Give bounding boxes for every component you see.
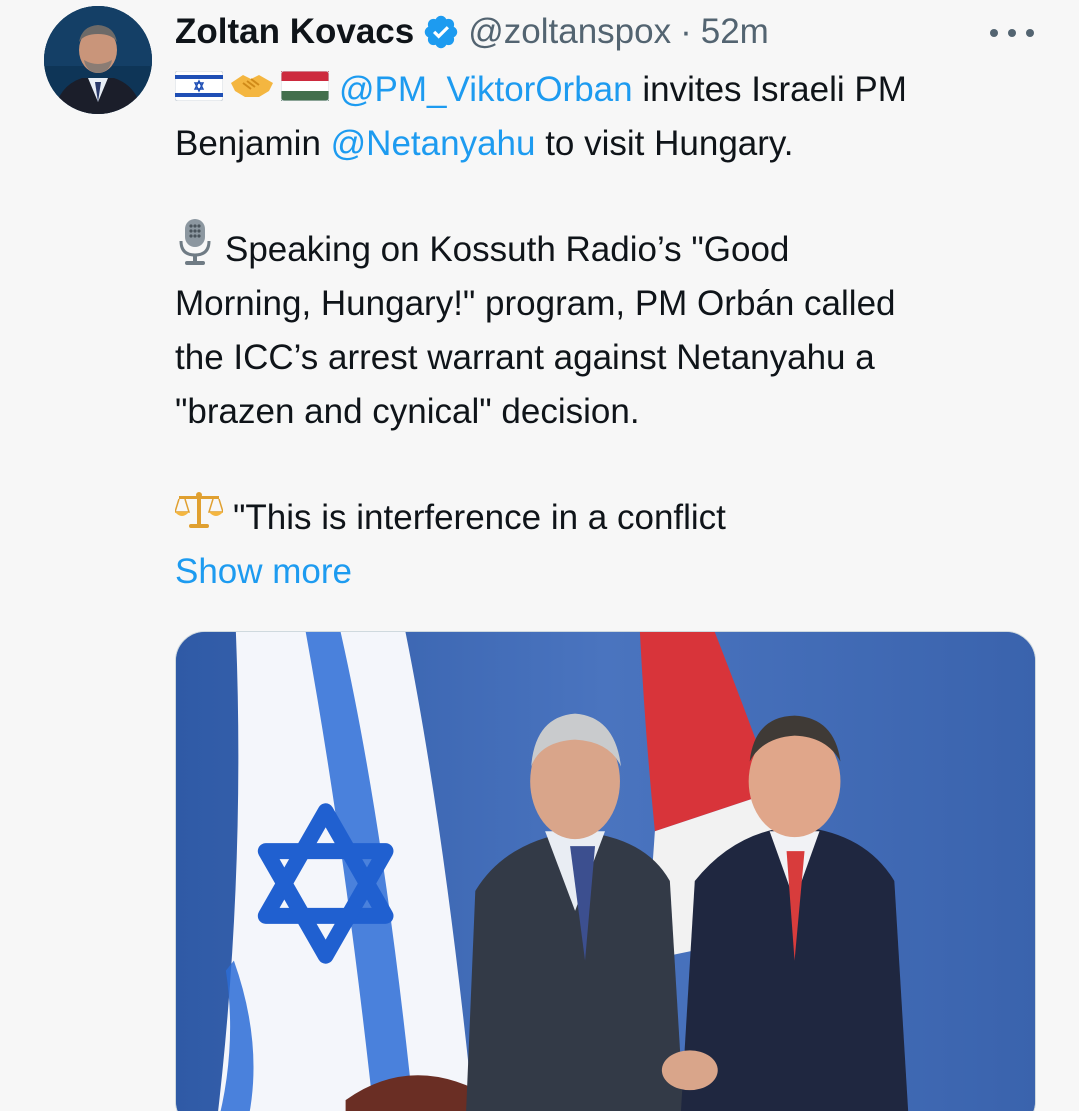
separator-dot: · [680, 12, 692, 51]
text-segment: invites Israeli PM [632, 70, 907, 109]
mention-netanyahu[interactable]: @Netanyahu [331, 117, 536, 171]
text-line: "This is interference in a conflict [173, 490, 1045, 546]
author-avatar[interactable] [44, 6, 152, 114]
show-more-link[interactable]: Show more [175, 545, 352, 599]
text-segment: "brazen and cynical" decision. [175, 392, 640, 431]
avatar-photo [44, 6, 152, 114]
text-line: Benjamin @Netanyahu to visit Hungary. [175, 117, 1045, 171]
text-segment: Benjamin [175, 124, 331, 163]
text-line: the ICC’s arrest warrant against Netanya… [175, 331, 1045, 385]
text-line: @PM_ViktorOrban invites Israeli PM [174, 63, 1045, 117]
text-segment: to visit Hungary. [535, 124, 794, 163]
text-line: Morning, Hungary!" program, PM Orbán cal… [175, 277, 1045, 331]
text-segment: "This is interference in a conflict [233, 498, 726, 537]
tweet-text: @PM_ViktorOrban invites Israeli PM Benja… [173, 63, 1045, 546]
more-options-icon[interactable] [990, 16, 1034, 50]
mention-pm-viktororban[interactable]: @PM_ViktorOrban [339, 63, 633, 117]
handshake-emoji [229, 63, 275, 117]
text-segment: Morning, Hungary!" program, PM Orbán cal… [175, 284, 896, 323]
tweet-media-photo[interactable] [175, 631, 1036, 1111]
israel-flag-emoji [174, 63, 224, 117]
microphone-emoji [175, 217, 215, 283]
author-name[interactable]: Zoltan Kovacs [175, 12, 414, 52]
text-line: "brazen and cynical" decision. [175, 385, 1045, 439]
hungary-flag-emoji [280, 63, 330, 117]
verified-badge-icon[interactable] [422, 13, 460, 51]
text-segment: the ICC’s arrest warrant against Netanya… [175, 338, 875, 377]
tweet-timestamp[interactable]: 52m [701, 12, 769, 52]
photo-image [176, 632, 1035, 1111]
balance-scale-emoji [173, 490, 225, 546]
author-handle[interactable]: @zoltanspox [468, 12, 671, 52]
text-segment: Speaking on Kossuth Radio’s "Good [225, 230, 790, 269]
text-line: Speaking on Kossuth Radio’s "Good [175, 219, 1045, 277]
tweet-header: Zoltan Kovacs @zoltanspox · 52m [175, 8, 769, 56]
